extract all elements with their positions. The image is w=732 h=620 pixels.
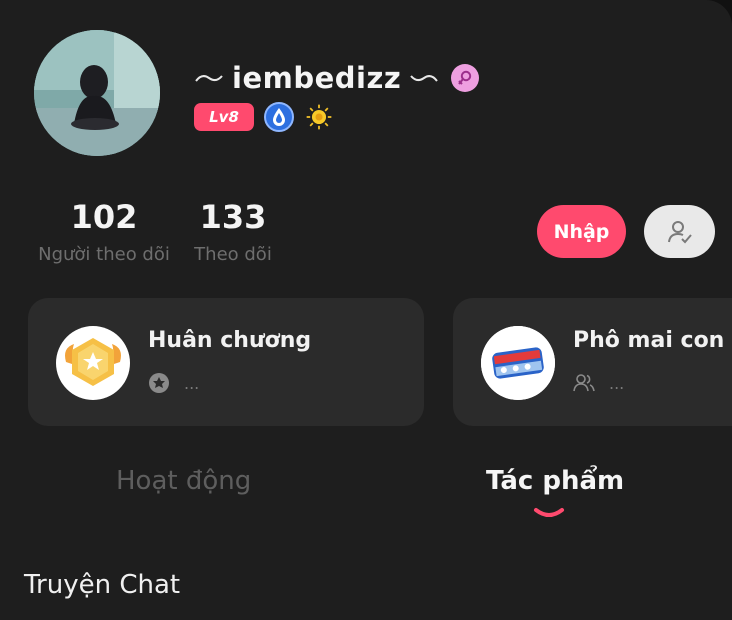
following-count: 133 <box>199 198 267 236</box>
followers-label: Người theo dõi <box>38 244 170 265</box>
sun-badge-icon[interactable] <box>304 102 334 132</box>
following-label: Theo dõi <box>194 244 272 265</box>
medal-icon <box>56 326 130 400</box>
tab-activity[interactable]: Hoạt động <box>116 466 251 496</box>
group-card[interactable]: Phô mai con b ... <box>453 298 732 426</box>
gender-female-icon <box>451 64 480 92</box>
water-drop-badge-icon[interactable] <box>264 102 294 132</box>
group-card-title: Phô mai con b <box>573 328 732 353</box>
group-card-subtext: ... <box>609 373 625 393</box>
level-badge: Lv8 <box>194 103 254 131</box>
medal-card-title: Huân chương <box>148 328 312 353</box>
followers-stat[interactable]: 102 Người theo dõi <box>34 196 174 265</box>
group-card-subtitle: ... <box>573 372 624 394</box>
username: iembedizz <box>232 61 402 95</box>
medal-card[interactable]: Huân chương ... <box>28 298 424 426</box>
followers-count: 102 <box>70 198 138 236</box>
section-title: Truyện Chat <box>24 570 181 600</box>
badge-row: Lv8 <box>194 102 334 132</box>
follow-button[interactable] <box>644 205 715 258</box>
user-check-icon <box>667 220 692 243</box>
tab-works[interactable]: Tác phẩm <box>486 466 624 496</box>
medal-card-subtext: ... <box>184 373 200 393</box>
medal-card-subtitle: ... <box>148 372 199 394</box>
medal-small-icon <box>149 373 169 393</box>
join-button[interactable]: Nhập <box>537 205 626 258</box>
username-decoration-right-icon <box>410 75 439 82</box>
username-decoration-left-icon <box>195 75 223 82</box>
avatar-photo <box>34 30 160 156</box>
avatar[interactable] <box>34 30 160 156</box>
group-thumbnail <box>481 326 555 400</box>
users-icon <box>573 374 595 392</box>
active-tab-indicator <box>534 508 564 517</box>
following-stat[interactable]: 133 Theo dõi <box>188 196 278 265</box>
username-row: iembedizz <box>194 56 480 100</box>
